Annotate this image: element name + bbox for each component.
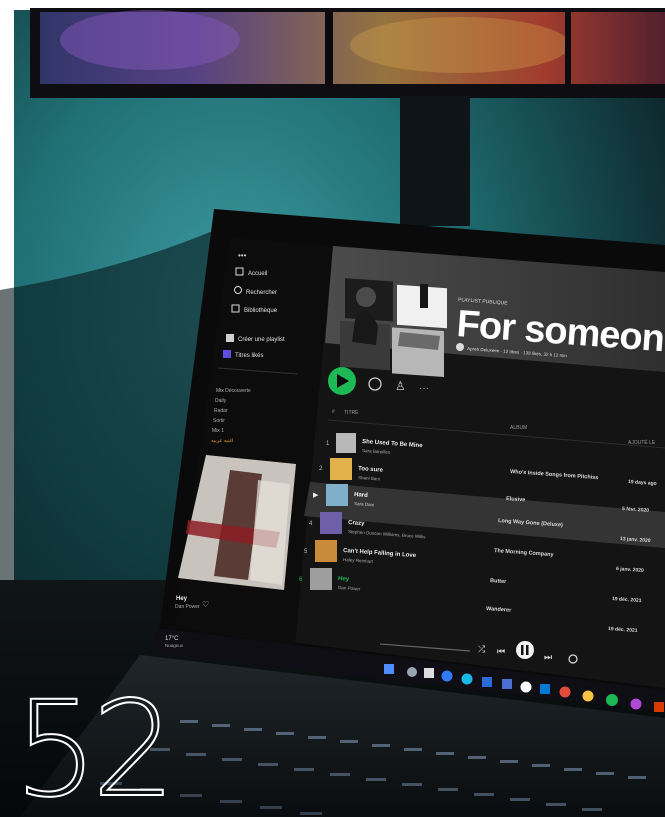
weather-temp[interactable]: 17°C — [165, 636, 179, 642]
now-playing-title: Hey — [176, 596, 188, 602]
track-artwork — [315, 540, 337, 562]
photo-page: ••• Accueil Rechercher Bibliothèque Crée… — [0, 0, 665, 817]
browser-icon[interactable] — [461, 673, 473, 685]
svg-text:Hey: Hey — [338, 576, 350, 583]
sidebar-playlist[interactable]: Daily — [215, 398, 227, 404]
col-title[interactable]: TITRE — [344, 410, 359, 416]
track-artwork — [320, 512, 342, 534]
sidebar-playlist[interactable]: Mix 1 — [212, 428, 224, 434]
shuffle-icon[interactable]: ⤮ — [478, 644, 485, 654]
col-num: # — [332, 409, 335, 415]
store-icon[interactable] — [502, 679, 512, 689]
office-icon[interactable] — [654, 702, 664, 712]
app-icon[interactable] — [630, 698, 642, 710]
svg-text:▶: ▶ — [313, 492, 319, 499]
sidebar-dots[interactable]: ••• — [238, 251, 247, 260]
weather-label: Nuageux — [165, 643, 184, 648]
col-album[interactable]: ALBUM — [510, 425, 527, 431]
create-playlist[interactable]: Créer une playlist — [238, 337, 285, 343]
search-taskbar-icon[interactable] — [407, 667, 417, 677]
track-artwork — [326, 484, 348, 506]
svg-text:Butter: Butter — [490, 578, 507, 585]
word-icon[interactable] — [540, 684, 550, 694]
files-icon[interactable] — [424, 668, 434, 678]
owner-avatar[interactable] — [456, 343, 464, 351]
windows-start-icon[interactable] — [384, 664, 394, 674]
chrome-icon[interactable] — [520, 681, 532, 693]
svg-text:Crazy: Crazy — [348, 520, 365, 527]
chrome-color-icon[interactable] — [582, 690, 594, 702]
svg-text:Hard: Hard — [354, 492, 368, 499]
liked-songs[interactable]: Titres likés — [235, 353, 263, 359]
more-options-icon[interactable]: ··· — [419, 383, 429, 394]
add-user-icon[interactable]: ♙ — [395, 379, 406, 393]
heart-outline-icon[interactable]: ♡ — [202, 600, 209, 609]
page-number: 52 — [13, 673, 177, 817]
nav-library[interactable]: Bibliothèque — [244, 308, 278, 314]
next-icon[interactable]: ⏭ — [544, 652, 552, 662]
nav-home[interactable]: Accueil — [248, 271, 267, 277]
sidebar-playlist[interactable]: Radar — [214, 408, 228, 414]
sidebar-playlist[interactable]: اغنيه عربيه — [211, 438, 233, 444]
plus-icon[interactable] — [226, 334, 234, 342]
track-artwork — [310, 568, 332, 590]
heart-icon[interactable] — [223, 350, 231, 358]
pause-button[interactable] — [516, 641, 534, 659]
sidebar-playlist[interactable]: Sortir — [213, 418, 225, 424]
nav-search[interactable]: Rechercher — [246, 290, 277, 296]
now-playing-artist: Dan Power — [175, 604, 200, 610]
mail-icon[interactable] — [482, 677, 492, 687]
opera-icon[interactable] — [559, 686, 571, 698]
laptop-screen: ••• Accueil Rechercher Bibliothèque Crée… — [150, 238, 665, 712]
spotify-icon[interactable] — [606, 694, 618, 706]
sidebar-playlist[interactable]: Mix Découverte — [216, 388, 251, 394]
track-artwork — [336, 433, 356, 453]
edge-icon[interactable] — [441, 670, 453, 682]
previous-icon[interactable]: ⏮ — [497, 646, 505, 656]
track-artwork — [330, 458, 352, 480]
